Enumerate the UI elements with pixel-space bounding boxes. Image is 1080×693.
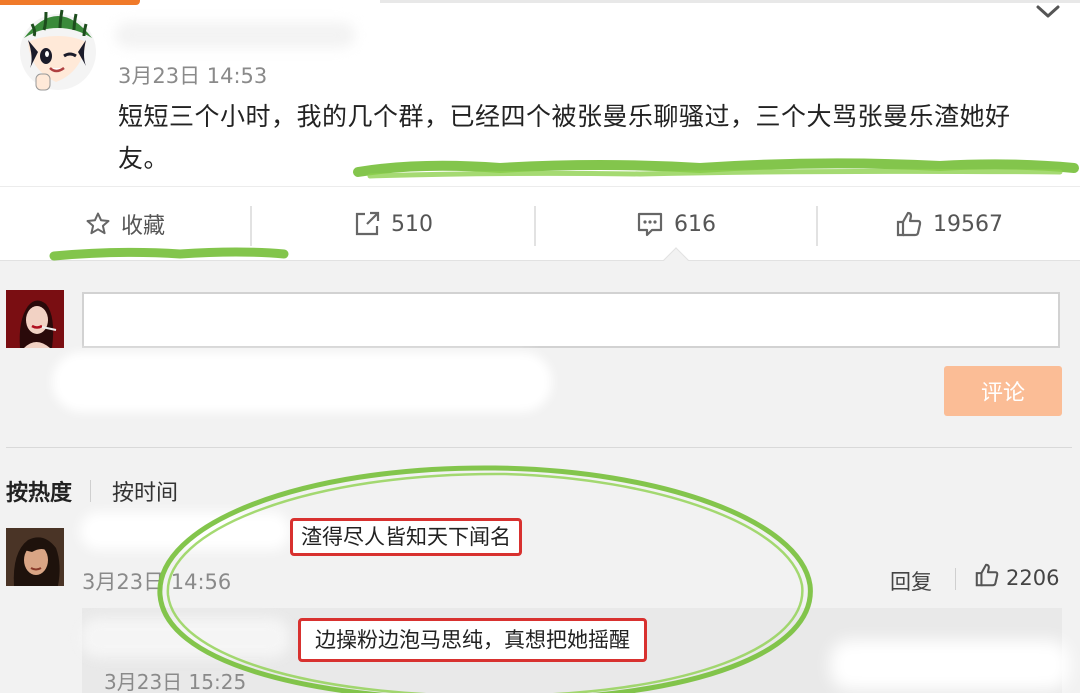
comment-like-button[interactable]: 2206 [974, 562, 1059, 593]
current-user-avatar[interactable] [6, 290, 64, 348]
submit-comment-button[interactable]: 评论 [944, 366, 1062, 416]
author-avatar[interactable] [16, 2, 100, 94]
comment-text: 渣得尽人皆知天下闻名 [290, 518, 522, 556]
comment-count: 616 [674, 211, 716, 237]
comment-like-count: 2206 [1006, 565, 1060, 590]
sub-comment-timestamp: 3月23日 15:25 [104, 670, 247, 693]
comment-timestamp: 3月23日 14:56 [82, 570, 232, 594]
post-body: 短短三个小时，我的几个群，已经四个被张曼乐聊骚过，三个大骂张曼乐渣她好友。 [118, 102, 1011, 173]
action-bar: 收藏 510 616 19567 [0, 188, 1080, 260]
commenter-avatar[interactable] [6, 528, 64, 586]
reply-button[interactable]: 回复 [890, 566, 932, 596]
sub-comment-text: 边操粉边泡马思纯，真想把她摇醒 [298, 618, 647, 662]
repost-button[interactable]: 510 [252, 188, 534, 260]
comment-input[interactable] [82, 292, 1060, 348]
post-timestamp: 3月23日 14:53 [118, 64, 268, 88]
favorite-button[interactable]: 收藏 [0, 188, 250, 260]
thumbs-up-icon [974, 562, 1000, 593]
comment-icon [636, 210, 664, 238]
top-divider [380, 0, 1080, 3]
thumbs-up-icon [895, 210, 923, 238]
sort-by-hot-tab[interactable]: 按热度 [6, 475, 72, 507]
sub-commenter-name-redacted [80, 618, 290, 658]
like-button[interactable]: 19567 [818, 188, 1080, 260]
repost-icon [353, 210, 381, 238]
favorite-label: 收藏 [120, 214, 165, 239]
repost-count: 510 [391, 211, 433, 237]
like-count: 19567 [933, 211, 1003, 237]
author-name-redacted [115, 22, 355, 48]
redacted-area [830, 640, 1070, 690]
post-divider [0, 186, 1080, 187]
reply-separator [955, 568, 956, 590]
star-icon [85, 211, 111, 237]
sort-separator [90, 480, 91, 502]
commenter-name-redacted [80, 512, 290, 550]
chevron-down-icon[interactable] [1034, 2, 1062, 22]
sort-by-time-tab[interactable]: 按时间 [112, 475, 178, 507]
comment-divider [6, 447, 1072, 448]
redacted-options-row [52, 352, 552, 412]
